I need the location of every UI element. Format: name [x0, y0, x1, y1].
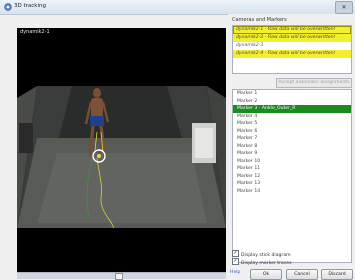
scene-image	[17, 86, 226, 274]
close-button[interactable]: ✕	[335, 1, 353, 14]
cameras-markers-title: Cameras and Markers	[232, 17, 287, 23]
cancel-button[interactable]: Cancel	[286, 269, 318, 280]
app-icon	[4, 3, 12, 11]
marker-item[interactable]: Marker 8	[233, 143, 351, 151]
tracking-window: 3D tracking ✕ dynamik2-1 Cameras and Mar…	[0, 0, 355, 280]
discard-button[interactable]: Discard	[321, 269, 353, 280]
accept-assignments-button[interactable]: Accept automatic assignments	[276, 78, 352, 88]
camera-item[interactable]: dynamik2-2 - Raw data will be overwritte…	[233, 34, 351, 42]
stick-diagram-checkbox[interactable]: ✓ Display stick diagram	[232, 250, 291, 258]
stick-diagram-label: Display stick diagram	[241, 253, 291, 258]
marker-item[interactable]: Marker 9	[233, 150, 351, 158]
marker-traces-label: Display marker traces	[241, 261, 292, 266]
title-bar: 3D tracking ✕	[0, 0, 355, 15]
marker-item[interactable]: Marker 10	[233, 158, 351, 166]
ok-button[interactable]: Ok	[250, 269, 282, 280]
camera-list[interactable]: dynamik2-1 - Raw data will be overwritte…	[232, 25, 352, 74]
marker-list[interactable]: Marker 1 Marker 2 Marker 3 - Ankle_Outer…	[232, 89, 352, 263]
timeline-slider[interactable]	[17, 272, 226, 280]
camera-view[interactable]: dynamik2-1	[17, 28, 226, 274]
marker-item[interactable]: Marker 12	[233, 173, 351, 181]
camera-item[interactable]: dynamik2-1 - Raw data will be overwritte…	[233, 26, 351, 34]
marker-item[interactable]: Marker 4	[233, 113, 351, 121]
marker-item[interactable]: Marker 14	[233, 188, 351, 196]
marker-item[interactable]: Marker 11	[233, 165, 351, 173]
marker-item[interactable]: Marker 6	[233, 128, 351, 136]
checkbox-checked-icon: ✓	[232, 250, 239, 257]
camera-item[interactable]: dynamik2-4 - Raw data will be overwritte…	[233, 50, 351, 58]
checkbox-checked-icon: ✓	[232, 258, 239, 265]
marker-item[interactable]: Marker 5	[233, 120, 351, 128]
marker-traces-checkbox[interactable]: ✓ Display marker traces	[232, 258, 292, 266]
side-panel: Cameras and Markers dynamik2-1 - Raw dat…	[228, 14, 355, 280]
marker-item[interactable]: Marker 13	[233, 180, 351, 188]
marker-item[interactable]: Marker 1	[233, 90, 351, 98]
marker-item[interactable]: Marker 2	[233, 98, 351, 106]
camera-item[interactable]: dynamik2-3	[233, 42, 351, 50]
marker-item[interactable]: Marker 7	[233, 135, 351, 143]
close-icon: ✕	[341, 4, 347, 11]
window-title: 3D tracking	[14, 3, 46, 9]
timeline-thumb[interactable]	[115, 273, 123, 280]
marker-item-selected[interactable]: Marker 3 - Ankle_Outer_R	[233, 105, 351, 113]
help-link[interactable]: Help	[230, 270, 240, 275]
